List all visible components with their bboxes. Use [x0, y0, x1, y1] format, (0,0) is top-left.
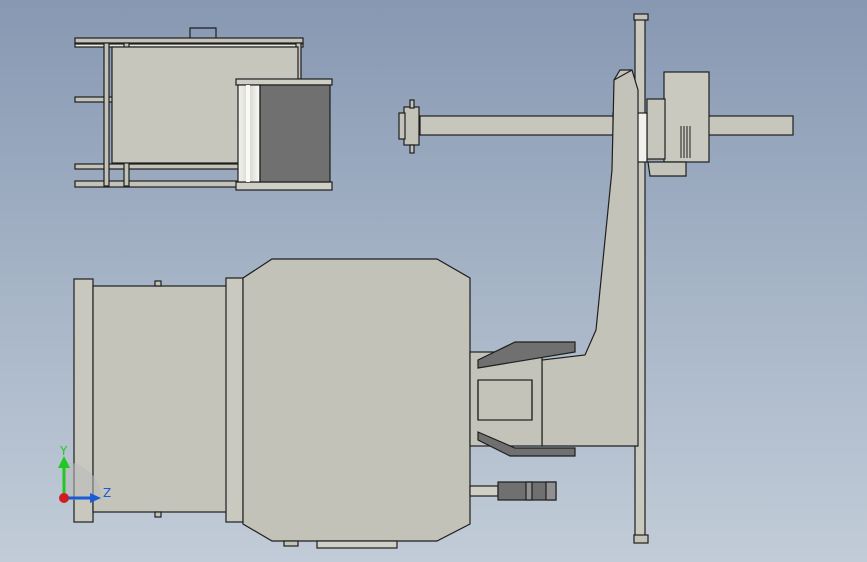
z-axis-label: Z	[103, 486, 111, 500]
main-body-assembly[interactable]	[73, 258, 576, 549]
drum-cylinder[interactable]	[92, 285, 228, 513]
cart-rack-assembly[interactable]	[74, 27, 333, 191]
cad-viewport[interactable]: Y Z	[0, 0, 867, 562]
roller-dark-housing[interactable]	[259, 84, 331, 183]
main-housing[interactable]	[242, 258, 471, 542]
horizontal-arm[interactable]	[419, 115, 794, 136]
origin-dot	[59, 493, 69, 503]
y-axis-label: Y	[59, 444, 68, 458]
cad-model-drawing[interactable]: Y Z	[0, 0, 867, 562]
